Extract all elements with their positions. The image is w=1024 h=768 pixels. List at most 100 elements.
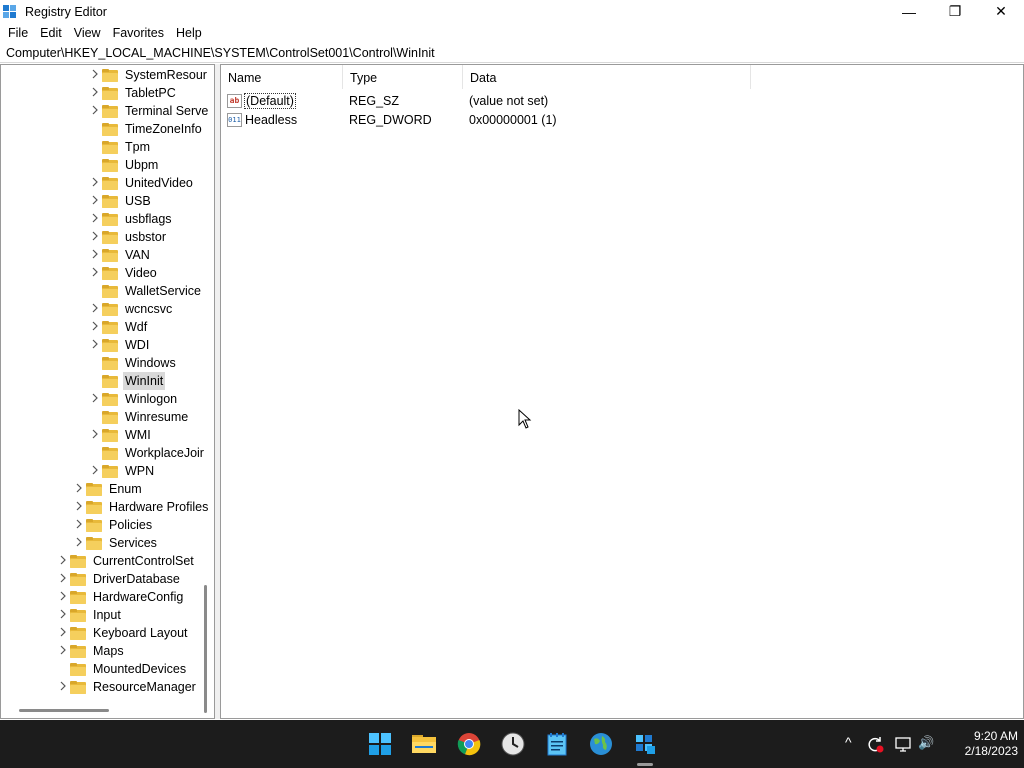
- chrome-icon[interactable]: [455, 730, 483, 758]
- chevron-right-icon[interactable]: [88, 177, 102, 189]
- registry-tree[interactable]: ResourceManager MountedDevices Maps Keyboar…: [0, 64, 215, 719]
- tree-node[interactable]: MountedDevices: [56, 660, 188, 678]
- taskbar: ^ 🔊 9:20 AM 2/18/2023: [0, 720, 1024, 768]
- chevron-right-icon[interactable]: [88, 465, 102, 477]
- chevron-right-icon[interactable]: [88, 303, 102, 315]
- chevron-right-icon[interactable]: [56, 555, 70, 567]
- tree-node[interactable]: SystemResour: [88, 66, 209, 84]
- tree-node[interactable]: TimeZoneInfo: [88, 120, 204, 138]
- chevron-right-icon[interactable]: [72, 483, 86, 495]
- tree-node[interactable]: USB: [88, 192, 153, 210]
- tree-node[interactable]: Terminal Serve: [88, 102, 210, 120]
- tree-node[interactable]: VAN: [88, 246, 152, 264]
- value-row[interactable]: 011 Headless REG_DWORD 0x00000001 (1): [221, 110, 557, 129]
- address-bar[interactable]: Computer\HKEY_LOCAL_MACHINE\SYSTEM\Contr…: [0, 44, 1024, 63]
- column-header-data[interactable]: Data: [463, 65, 751, 89]
- chevron-right-icon[interactable]: [88, 393, 102, 405]
- network-icon[interactable]: [894, 735, 912, 756]
- globe-app-icon[interactable]: [587, 730, 615, 758]
- chevron-right-icon[interactable]: [56, 627, 70, 639]
- values-list[interactable]: Name Type Data ab (Default) REG_SZ (valu…: [220, 64, 1024, 719]
- column-header-name[interactable]: Name: [221, 65, 343, 89]
- tree-node[interactable]: CurrentControlSet: [56, 552, 196, 570]
- tree-node[interactable]: Hardware Profiles: [72, 498, 210, 516]
- tree-node[interactable]: Services: [72, 534, 159, 552]
- folder-icon: [70, 680, 87, 694]
- menu-help[interactable]: Help: [170, 23, 208, 43]
- sync-icon[interactable]: [866, 735, 884, 756]
- chevron-right-icon[interactable]: [56, 645, 70, 657]
- tree-node-label: WinInit: [123, 372, 166, 390]
- tree-node[interactable]: HardwareConfig: [56, 588, 185, 606]
- folder-icon: [86, 482, 103, 496]
- tree-node-label: Terminal Serve: [125, 104, 209, 118]
- tree-node[interactable]: WorkplaceJoir: [88, 444, 206, 462]
- menu-favorites[interactable]: Favorites: [107, 23, 170, 43]
- tree-node[interactable]: Windows: [88, 354, 178, 372]
- chevron-right-icon[interactable]: [72, 519, 86, 531]
- chevron-right-icon[interactable]: [88, 213, 102, 225]
- restore-button[interactable]: ❐: [932, 0, 978, 23]
- chevron-right-icon[interactable]: [56, 591, 70, 603]
- clock[interactable]: 9:20 AM 2/18/2023: [940, 729, 1018, 759]
- chevron-right-icon[interactable]: [88, 105, 102, 117]
- tree-node[interactable]: WalletService: [88, 282, 203, 300]
- tree-node[interactable]: WMI: [88, 426, 153, 444]
- folder-icon: [102, 140, 119, 154]
- tree-node[interactable]: TabletPC: [88, 84, 178, 102]
- clock-app-icon[interactable]: [499, 730, 527, 758]
- file-explorer-icon[interactable]: [410, 730, 438, 758]
- chevron-right-icon[interactable]: [56, 573, 70, 585]
- tree-node[interactable]: WinInit: [88, 372, 166, 390]
- tree-node-label: Ubpm: [125, 158, 159, 172]
- close-button[interactable]: ✕: [978, 0, 1024, 23]
- chevron-right-icon[interactable]: [88, 249, 102, 261]
- chevron-right-icon[interactable]: [72, 537, 86, 549]
- chevron-right-icon[interactable]: [88, 69, 102, 81]
- tree-node[interactable]: Winlogon: [88, 390, 179, 408]
- tree-node[interactable]: ResourceManager: [56, 678, 198, 696]
- tree-node[interactable]: Input: [56, 606, 123, 624]
- chevron-right-icon[interactable]: [88, 321, 102, 333]
- registry-editor-icon[interactable]: [631, 730, 659, 758]
- value-data: (value not set): [469, 93, 549, 108]
- chevron-right-icon[interactable]: [56, 681, 70, 693]
- tree-node[interactable]: Winresume: [88, 408, 190, 426]
- tree-vertical-scrollbar[interactable]: [204, 585, 207, 713]
- tree-node[interactable]: Wdf: [88, 318, 149, 336]
- tree-node[interactable]: wcncsvc: [88, 300, 174, 318]
- chevron-right-icon[interactable]: [88, 339, 102, 351]
- notepad-icon[interactable]: [543, 730, 571, 758]
- chevron-right-icon[interactable]: [88, 87, 102, 99]
- minimize-button[interactable]: —: [886, 0, 932, 23]
- tree-horizontal-scrollbar[interactable]: [19, 709, 109, 712]
- tree-node[interactable]: Tpm: [88, 138, 152, 156]
- chevron-right-icon[interactable]: [88, 231, 102, 243]
- value-row[interactable]: ab (Default) REG_SZ (value not set): [221, 91, 548, 110]
- chevron-right-icon[interactable]: [56, 609, 70, 621]
- menu-view[interactable]: View: [68, 23, 107, 43]
- tree-node[interactable]: Policies: [72, 516, 154, 534]
- chevron-right-icon[interactable]: [88, 267, 102, 279]
- tree-node[interactable]: Video: [88, 264, 159, 282]
- tree-node-label: Wdf: [125, 320, 148, 334]
- tree-node[interactable]: usbstor: [88, 228, 168, 246]
- column-header-type[interactable]: Type: [343, 65, 463, 89]
- tree-node[interactable]: DriverDatabase: [56, 570, 182, 588]
- menu-edit[interactable]: Edit: [34, 23, 68, 43]
- chevron-right-icon[interactable]: [72, 501, 86, 513]
- tree-node[interactable]: Maps: [56, 642, 126, 660]
- tree-node[interactable]: WPN: [88, 462, 156, 480]
- tree-node[interactable]: Keyboard Layout: [56, 624, 190, 642]
- chevron-up-icon[interactable]: ^: [845, 734, 852, 750]
- volume-icon[interactable]: 🔊: [918, 735, 934, 751]
- tree-node[interactable]: UnitedVideo: [88, 174, 195, 192]
- tree-node[interactable]: WDI: [88, 336, 151, 354]
- tree-node[interactable]: Enum: [72, 480, 144, 498]
- chevron-right-icon[interactable]: [88, 195, 102, 207]
- tree-node[interactable]: usbflags: [88, 210, 174, 228]
- menu-file[interactable]: File: [0, 23, 34, 43]
- start-icon[interactable]: [366, 730, 394, 758]
- tree-node[interactable]: Ubpm: [88, 156, 160, 174]
- chevron-right-icon[interactable]: [88, 429, 102, 441]
